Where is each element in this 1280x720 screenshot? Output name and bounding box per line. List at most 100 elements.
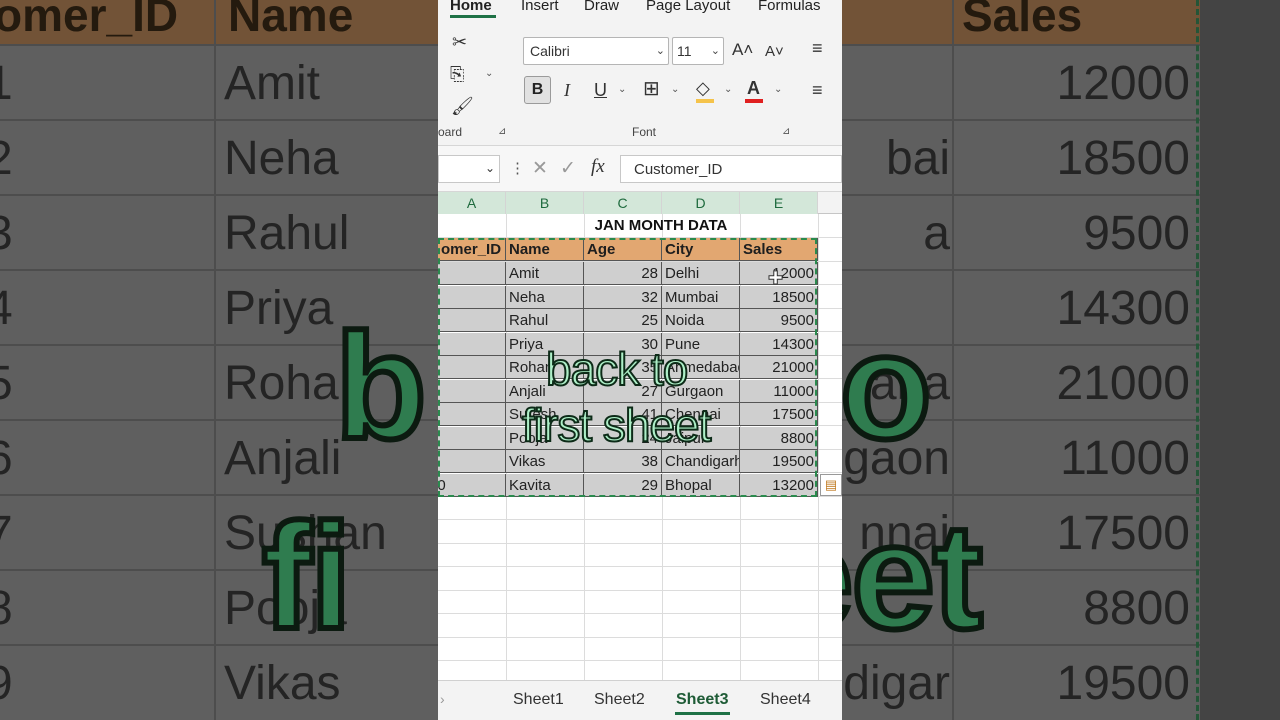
more-icon[interactable]: ⋮ (510, 159, 525, 177)
active-sheet-indicator (675, 712, 730, 715)
sheet-tab-2[interactable]: Sheet2 (594, 691, 645, 709)
cell-customer-id[interactable]: 2 (438, 285, 506, 309)
bg-caption-b: b (332, 299, 430, 473)
chevron-down-icon: ⌄ (655, 45, 665, 57)
cancel-icon[interactable]: ✕ (532, 157, 548, 180)
borders-icon[interactable]: ⊞ (643, 79, 660, 99)
copy-dropdown-chevron-icon[interactable]: ⌄ (485, 68, 493, 79)
shrink-font-icon[interactable]: A˅ (765, 42, 784, 62)
cell-customer-id[interactable]: 1 (438, 262, 506, 285)
formula-bar: ⌄ ⋮ ✕ ✓ fx Customer_ID (438, 146, 842, 192)
cell-name[interactable]: Amit (506, 262, 584, 285)
tab-formulas[interactable]: Formulas (758, 0, 821, 14)
cell-sales[interactable]: 9500 (740, 309, 818, 332)
borders-dropdown-chevron-icon[interactable]: ⌄ (671, 84, 679, 95)
cell-customer-id[interactable]: 10 (438, 473, 506, 497)
sheet-tab-3[interactable]: Sheet3 (676, 691, 728, 709)
cell-age[interactable]: 29 (584, 473, 662, 497)
cell-sales[interactable]: 11000 (740, 379, 818, 403)
cell-sales[interactable]: 17500 (740, 403, 818, 426)
header-cell-age[interactable]: Age (584, 238, 662, 261)
underline-button[interactable]: U (594, 80, 607, 100)
cell-customer-id[interactable]: 9 (438, 450, 506, 473)
font-name-select[interactable]: Calibri ⌄ (523, 37, 669, 65)
grow-font-icon[interactable]: A˄ (732, 40, 753, 60)
chevron-down-icon: ⌄ (710, 45, 720, 57)
italic-button[interactable]: I (564, 80, 570, 100)
cell-city[interactable]: Delhi (662, 262, 740, 285)
cell-city[interactable]: Noida (662, 309, 740, 332)
cell-name[interactable]: Kavita (506, 473, 584, 497)
column-header-c[interactable]: C (584, 192, 662, 214)
cell-customer-id[interactable]: 7 (438, 403, 506, 426)
fill-dropdown-chevron-icon[interactable]: ⌄ (724, 84, 732, 95)
fill-color-icon[interactable]: ◇ (696, 78, 710, 98)
tab-home[interactable]: Home (450, 0, 492, 14)
copy-icon[interactable]: ⎘ (450, 64, 464, 84)
name-box[interactable]: ⌄ (438, 155, 500, 183)
cell-age[interactable]: 28 (584, 262, 662, 285)
sheet-tab-1[interactable]: Sheet1 (513, 691, 564, 709)
cell-city[interactable]: Chandigarh (662, 450, 740, 473)
column-header-d[interactable]: D (662, 192, 740, 214)
fill-color-swatch (696, 99, 714, 103)
cell-customer-id[interactable]: 4 (438, 332, 506, 356)
format-painter-icon[interactable]: 🖌 (451, 96, 474, 116)
font-name-value: Calibri (530, 43, 570, 59)
cell-name[interactable]: Vikas (506, 450, 584, 473)
column-header-b[interactable]: B (506, 192, 584, 214)
font-launcher-icon[interactable]: ⊿ (782, 126, 790, 137)
cell-age[interactable]: 25 (584, 309, 662, 332)
font-color-dropdown-chevron-icon[interactable]: ⌄ (774, 84, 782, 95)
cell-name[interactable]: Neha (506, 285, 584, 309)
move-cursor-icon: ✚ (767, 268, 784, 289)
tab-insert[interactable]: Insert (521, 0, 559, 14)
cell-city[interactable]: Mumbai (662, 285, 740, 309)
gridline (438, 519, 842, 520)
cell-customer-id[interactable]: 8 (438, 426, 506, 450)
cell-sales[interactable]: 14300 (740, 332, 818, 356)
cell-sales[interactable]: 21000 (740, 356, 818, 379)
underline-dropdown-chevron-icon[interactable]: ⌄ (618, 84, 626, 95)
enter-icon[interactable]: ✓ (560, 157, 576, 180)
insert-function-button[interactable]: fx (591, 156, 605, 178)
font-size-value: 11 (677, 43, 692, 59)
cell-sales[interactable]: 8800 (740, 426, 818, 450)
header-cell-name[interactable]: Name (506, 238, 584, 261)
cell-customer-id[interactable]: 3 (438, 309, 506, 332)
clipboard-launcher-icon[interactable]: ⊿ (498, 126, 506, 137)
sheet-title-cell[interactable]: JAN MONTH DATA (506, 215, 816, 237)
column-header-a[interactable]: A (438, 192, 506, 214)
video-frame: omer_ID Name Sales 1Amit120002Nehabai185… (0, 0, 1280, 720)
bold-button[interactable]: B (524, 76, 551, 104)
chevron-down-icon: ⌄ (484, 161, 495, 175)
sheet-tab-bar: › Sheet1 Sheet2 Sheet3 Sheet4 (438, 680, 842, 720)
clipboard-group-label: oard (438, 125, 463, 139)
bg-caption-o: o (837, 299, 935, 473)
cell-sales[interactable]: 19500 (740, 450, 818, 473)
align-left-icon[interactable]: ≡ (812, 80, 823, 100)
header-cell-customer-id[interactable]: omer_ID (438, 238, 506, 261)
cell-age[interactable]: 38 (584, 450, 662, 473)
cut-icon[interactable]: ✂ (452, 32, 467, 52)
cell-sales[interactable]: 13200 (740, 473, 818, 497)
header-cell-sales[interactable]: Sales (740, 238, 818, 261)
column-headers: A B C D E (438, 192, 842, 214)
scroll-left-icon[interactable]: › (440, 691, 445, 707)
tab-page-layout[interactable]: Page Layout (646, 0, 730, 14)
cell-name[interactable]: Rahul (506, 309, 584, 332)
cell-customer-id[interactable]: 6 (438, 379, 506, 403)
tab-draw[interactable]: Draw (584, 0, 619, 14)
column-header-e[interactable]: E (740, 192, 818, 214)
header-cell-city[interactable]: City (662, 238, 740, 261)
align-top-icon[interactable]: ≡ (812, 38, 823, 58)
font-color-icon[interactable]: A (747, 78, 760, 98)
formula-input[interactable]: Customer_ID (620, 155, 842, 183)
cell-age[interactable]: 32 (584, 285, 662, 309)
sheet-tab-4[interactable]: Sheet4 (760, 691, 811, 709)
font-group-label: Font (632, 125, 657, 139)
font-size-select[interactable]: 11 ⌄ (672, 37, 724, 65)
paste-options-icon[interactable]: ▤ (820, 474, 842, 496)
cell-city[interactable]: Bhopal (662, 473, 740, 497)
cell-customer-id[interactable]: 5 (438, 356, 506, 379)
